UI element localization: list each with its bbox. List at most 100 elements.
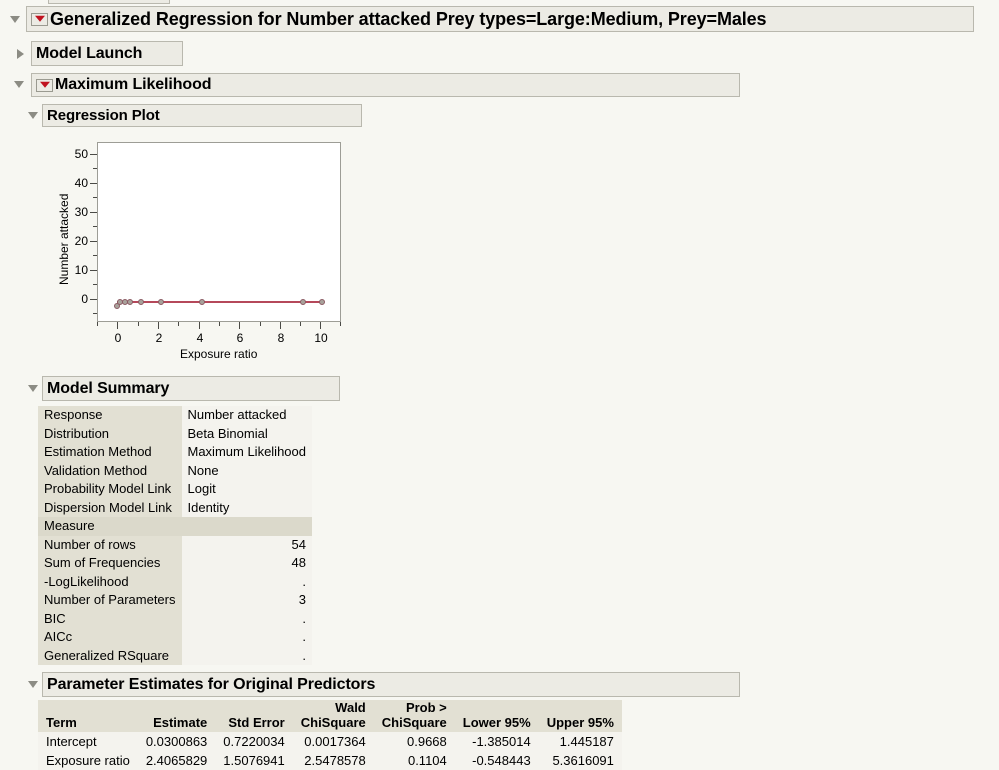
- measure-value: 54: [181, 535, 312, 554]
- summary-value: Maximum Likelihood: [181, 443, 312, 462]
- y-tick-minor: [93, 284, 97, 285]
- cell-prob-chisquare: 0.1104: [373, 751, 455, 770]
- summary-label: Dispersion Model Link: [38, 498, 182, 517]
- table-row: Sum of Frequencies 48: [38, 554, 312, 573]
- regression-fit-line: [117, 301, 321, 303]
- summary-value: Beta Binomial: [181, 424, 312, 443]
- table-row: Validation Method None: [38, 461, 312, 480]
- y-tick-major: [90, 154, 97, 155]
- col-header-line1: Wald: [335, 700, 366, 715]
- table-row: Number of Parameters 3: [38, 591, 312, 610]
- summary-value: None: [181, 461, 312, 480]
- regression-plot: Number attacked 50 40 30 20 10 0 0 2 4 6…: [0, 0, 380, 361]
- cell-prob-chisquare: 0.9668: [373, 732, 455, 751]
- col-header-line2: ChiSquare: [300, 715, 366, 730]
- col-header-line1: [463, 700, 531, 715]
- cell-std-error: 1.5076941: [215, 751, 293, 770]
- col-header-prob-chisquare: Prob > ChiSquare: [373, 700, 455, 732]
- disclosure-triangle-model-summary[interactable]: [28, 385, 38, 392]
- measure-label: Number of Parameters: [38, 591, 182, 610]
- measure-label: Generalized RSquare: [38, 646, 182, 665]
- x-tick-label: 4: [196, 331, 204, 345]
- cell-upper95: 1.445187: [538, 732, 622, 751]
- model-summary-table: Response Number attacked Distribution Be…: [38, 406, 312, 665]
- x-tick-major: [117, 322, 118, 329]
- parameter-estimates-bar[interactable]: Parameter Estimates for Original Predict…: [42, 672, 740, 697]
- measure-label: -LogLikelihood: [38, 572, 182, 591]
- col-header-line2: Lower 95%: [462, 715, 531, 730]
- data-point: [199, 299, 205, 305]
- data-point: [319, 299, 325, 305]
- x-tick-minor: [138, 322, 139, 326]
- y-tick-minor: [93, 313, 97, 314]
- x-tick-major: [280, 322, 281, 329]
- x-tick-major: [199, 322, 200, 329]
- data-point: [127, 299, 133, 305]
- x-tick-major: [320, 322, 321, 329]
- model-summary-bar[interactable]: Model Summary: [42, 376, 340, 401]
- x-tick-label: 0: [114, 331, 122, 345]
- col-header-line2: Estimate: [153, 715, 208, 730]
- table-row: Intercept 0.0300863 0.7220034 0.0017364 …: [38, 732, 622, 751]
- summary-label: Estimation Method: [38, 443, 182, 462]
- y-tick-major: [90, 270, 97, 271]
- y-tick-label: 10: [74, 263, 88, 277]
- col-header-estimate: Estimate: [137, 700, 216, 732]
- cell-estimate: 2.4065829: [137, 751, 216, 770]
- data-point: [158, 299, 164, 305]
- table-row: Generalized RSquare .: [38, 646, 312, 665]
- table-row: Dispersion Model Link Identity: [38, 498, 312, 517]
- measure-label: Number of rows: [38, 535, 182, 554]
- table-row: Response Number attacked: [38, 406, 312, 425]
- measure-value: .: [181, 609, 312, 628]
- measure-label: Sum of Frequencies: [38, 554, 182, 573]
- cell-wald-chisquare: 2.5478578: [292, 751, 374, 770]
- col-header-line1: [46, 700, 130, 715]
- summary-value: Number attacked: [181, 406, 312, 425]
- col-header-term: Term: [38, 700, 138, 732]
- y-tick-major: [90, 299, 97, 300]
- y-tick-label: 40: [74, 176, 88, 190]
- measure-label: BIC: [38, 609, 182, 628]
- summary-label: Response: [38, 406, 182, 425]
- col-header-line2: Std Error: [228, 715, 285, 730]
- table-row: Estimation Method Maximum Likelihood: [38, 443, 312, 462]
- measure-value: 48: [181, 554, 312, 573]
- y-tick-label: 30: [74, 205, 88, 219]
- cell-lower95: -1.385014: [454, 732, 539, 751]
- cell-std-error: 0.7220034: [215, 732, 293, 751]
- x-axis-title: Exposure ratio: [180, 347, 258, 361]
- col-header-line2: Upper 95%: [546, 715, 614, 730]
- table-row: BIC .: [38, 609, 312, 628]
- x-tick-minor: [300, 322, 301, 326]
- col-header-std-error: Std Error: [215, 700, 293, 732]
- measure-header-value: [181, 517, 312, 536]
- measure-value: 3: [181, 591, 312, 610]
- summary-label: Probability Model Link: [38, 480, 182, 499]
- col-header-line2: ChiSquare: [381, 715, 447, 730]
- x-tick-label: 2: [155, 331, 163, 345]
- y-tick-label: 20: [74, 234, 88, 248]
- x-tick-minor: [219, 322, 220, 326]
- cell-lower95: -0.548443: [454, 751, 539, 770]
- col-header-line1: [547, 700, 614, 715]
- measure-value: .: [181, 572, 312, 591]
- table-row: Number of rows 54: [38, 535, 312, 554]
- disclosure-triangle-parameter-estimates[interactable]: [28, 681, 38, 688]
- x-tick-label: 6: [236, 331, 244, 345]
- table-row: Distribution Beta Binomial: [38, 424, 312, 443]
- col-header-wald-chisquare: Wald ChiSquare: [292, 700, 374, 732]
- table-row: AICc .: [38, 628, 312, 647]
- col-header-lower95: Lower 95%: [454, 700, 539, 732]
- data-point: [300, 299, 306, 305]
- summary-value: Identity: [181, 498, 312, 517]
- col-header-line1: Prob >: [405, 700, 447, 715]
- table-header-row: Term Estimate Std Error Wald ChiSquare P…: [38, 700, 622, 732]
- cell-estimate: 0.0300863: [137, 732, 216, 751]
- cell-wald-chisquare: 0.0017364: [292, 732, 374, 751]
- measure-header-label: Measure: [38, 517, 182, 536]
- y-tick-label: 0: [81, 292, 88, 306]
- y-tick-minor: [93, 255, 97, 256]
- y-tick-minor: [93, 197, 97, 198]
- col-header-line2: Term: [46, 715, 77, 730]
